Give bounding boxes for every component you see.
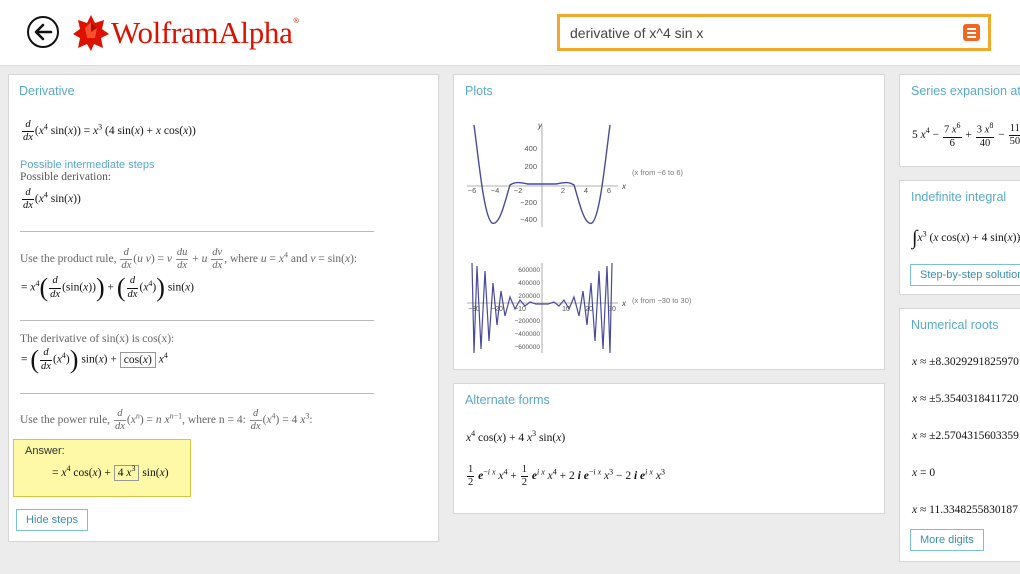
root-row: x ≈ ±5.3540318411720 [912, 393, 1019, 405]
back-arrow-icon [34, 23, 53, 41]
root-relation: ≈ [919, 430, 927, 442]
derivative-of-sin-step: The derivative of sin(x) is cos(x): [20, 333, 175, 345]
root-value: ±5.3540318411720 [929, 393, 1019, 405]
y-tick-label: −200 [520, 198, 537, 207]
wolfram-alpha-logo[interactable]: WolframAlpha ® [73, 13, 299, 53]
root-row: x = 0 [912, 467, 936, 479]
plot-range-label: (x from −30 to 30) [632, 296, 692, 305]
search-input[interactable] [560, 24, 940, 41]
root-value: 11.3348255830187 [929, 504, 1018, 516]
plots-card: Plots x y 400 200 −200 −400 −6 −4 −2 2 4… [453, 74, 885, 370]
divider [20, 231, 374, 232]
where-n-text: , where n = 4: [182, 414, 246, 427]
alternate-form-1: x4 cos(x) + 4 x3 sin(x) [466, 429, 566, 444]
indefinite-integral-card: Indefinite integral ∫x3 (x cos(x) + 4 si… [899, 180, 1020, 295]
y-tick-label: 400000 [518, 280, 540, 287]
product-rule-step: Use the product rule, d dx (u v) = v du dx … [20, 247, 358, 272]
and-text: and [290, 253, 308, 266]
x-tick-label: 6 [607, 186, 611, 195]
y-tick-label: −400 [520, 215, 537, 224]
logo-text: WolframAlpha [111, 15, 293, 50]
wolfram-spikey-icon [73, 15, 109, 51]
derivation-start: d dx (x4 sin(x)) [22, 187, 81, 212]
alternate-forms-card: Alternate forms x4 cos(x) + 4 x3 sin(x) … [453, 383, 885, 514]
product-rule-text: Use the product rule, [20, 253, 117, 266]
x-axis-label: x [621, 182, 627, 191]
header: WolframAlpha ® [0, 0, 1020, 66]
power-rule-step: Use the power rule, d dx (xn) = n xn−1, wh… [20, 408, 313, 433]
x-tick-label: −2 [514, 186, 523, 195]
root-relation: ≈ [919, 504, 927, 516]
series-expansion-title: Series expansion at x [911, 84, 1020, 98]
sin-step-result: = (d dx (x4)) sin(x) + cos(x) x4 [21, 345, 168, 374]
y-tick-label: −600000 [515, 344, 541, 351]
x-tick-label: −6 [468, 186, 477, 195]
answer-box: Answer: = x4 cos(x) + 4 x3 sin(x) [13, 439, 191, 497]
derivative-title: Derivative [19, 84, 75, 98]
root-value: ±2.5704315603359 [929, 430, 1019, 442]
back-button[interactable] [27, 16, 59, 48]
x-tick-label: 2 [561, 186, 565, 195]
derivative-card: Derivative d dx (x4 sin(x)) = x3 (4 sin(x)… [8, 74, 439, 542]
power-rule-text: Use the power rule, [20, 414, 111, 427]
series-expansion-card: Series expansion at x 5 x4 − 7 x6 6 + 3 x… [899, 74, 1020, 167]
numerical-roots-card: Numerical roots x ≈ ±8.3029291825970 x ≈… [899, 308, 1020, 562]
where-text: , where [224, 253, 259, 266]
x-tick-label: −20 [491, 306, 503, 313]
indefinite-integral-formula: ∫x3 (x cos(x) + 4 sin(x)) [912, 227, 1020, 249]
divider [20, 393, 374, 394]
x-axis-label: x [621, 299, 627, 308]
plot-large-range: x 600000 400000 200000 −200000 −400000 −… [467, 262, 692, 354]
divider [20, 320, 374, 321]
root-row: x ≈ 11.3348255830187 [912, 504, 1018, 516]
y-tick-label: 200 [524, 162, 537, 171]
alternate-form-2: 12 e−i x x4 + 12 ei x x4 + 2 i e−i x x3 … [467, 464, 665, 489]
search-submit-icon[interactable] [963, 24, 980, 41]
x-tick-label: 4 [584, 186, 588, 195]
x-tick-label: 30 [608, 306, 616, 313]
more-digits-button[interactable]: More digits [910, 529, 984, 551]
answer-label: Answer: [25, 445, 65, 457]
y-tick-label: 200000 [518, 293, 540, 300]
root-relation: ≈ [919, 393, 927, 405]
y-tick-label: −200000 [515, 318, 541, 325]
root-value: 0 [929, 467, 936, 479]
numerical-roots-title: Numerical roots [911, 318, 999, 332]
hide-steps-button[interactable]: Hide steps [16, 509, 88, 531]
plot-range-label: (x from −6 to 6) [632, 168, 684, 177]
series-expansion-formula: 5 x4 − 7 x6 6 + 3 x8 40 − 11 50 [912, 121, 1020, 149]
plot-small-range: x y 400 200 −200 −400 −6 −4 −2 2 4 6 (x … [467, 121, 684, 227]
product-rule-result: = x4(d dx (sin(x))) + (d dx (x4)) sin(x) [21, 273, 195, 302]
y-tick-label: 400 [524, 144, 537, 153]
possible-derivation-label: Possible derivation: [20, 171, 112, 183]
registered-mark: ® [293, 17, 299, 25]
root-value: ±8.3029291825970 [929, 356, 1019, 368]
y-tick-label: −400000 [515, 331, 541, 338]
x-tick-label: −30 [468, 306, 480, 313]
y-tick-label: 600000 [518, 267, 540, 274]
derivative-result: d dx (x4 sin(x)) = x3 (4 sin(x) + x cos(x)… [22, 119, 196, 144]
root-row: x ≈ ±2.5704315603359 [912, 430, 1019, 442]
step-by-step-solution-button[interactable]: Step-by-step solution [910, 264, 1020, 286]
root-relation: = [919, 467, 927, 479]
indefinite-integral-title: Indefinite integral [911, 190, 1007, 204]
search-box[interactable] [557, 14, 991, 51]
answer-formula: = x4 cos(x) + 4 x3 sin(x) [52, 464, 169, 481]
plots-title: Plots [465, 84, 493, 98]
possible-intermediate-steps-link[interactable]: Possible intermediate steps [20, 159, 155, 171]
root-relation: ≈ [919, 356, 927, 368]
root-row: x ≈ ±8.3029291825970 [912, 356, 1019, 368]
alternate-forms-title: Alternate forms [465, 393, 550, 407]
x-tick-label: −4 [491, 186, 500, 195]
